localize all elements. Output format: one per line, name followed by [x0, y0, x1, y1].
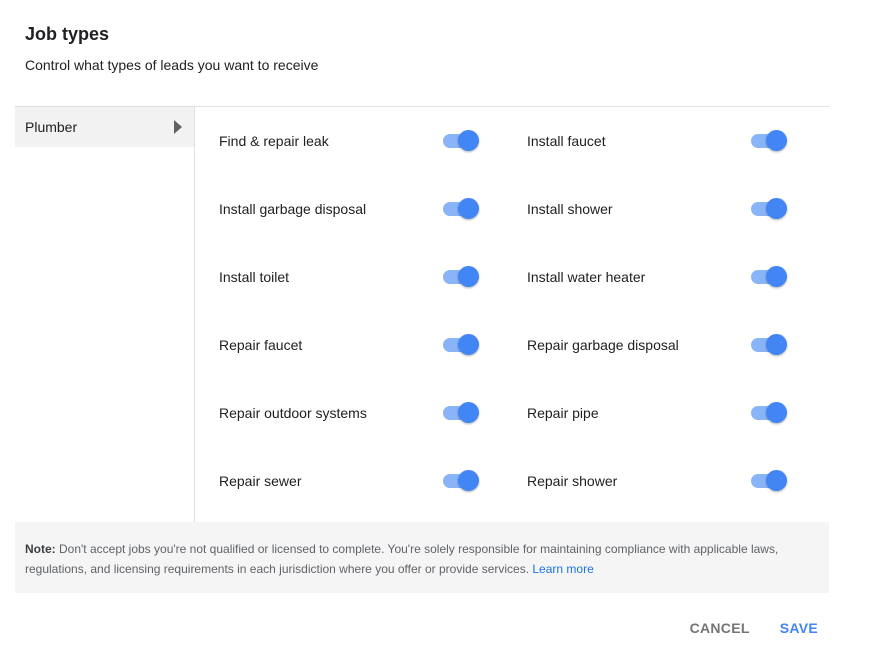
job-row: Install garbage disposal — [219, 189, 366, 229]
job-row: Repair outdoor systems — [219, 393, 367, 433]
job-label: Repair outdoor systems — [219, 405, 367, 421]
toggle-thumb — [766, 402, 787, 423]
job-toggle-switch[interactable] — [749, 265, 789, 289]
category-item-plumber[interactable]: Plumber — [15, 107, 194, 147]
toggle-thumb — [766, 470, 787, 491]
jobs-grid: Find & repair leak Install faucet Install … — [219, 107, 815, 523]
dialog-actions: CANCEL SAVE — [690, 613, 818, 643]
toggle-thumb — [458, 130, 479, 151]
job-row: Find & repair leak — [219, 121, 329, 161]
job-label: Install shower — [527, 201, 613, 217]
category-label: Plumber — [25, 119, 78, 135]
note-prefix: Note: — [25, 542, 56, 556]
toggle-thumb — [458, 334, 479, 355]
job-row: Install toilet — [219, 257, 289, 297]
job-label: Install faucet — [527, 133, 606, 149]
toggle-thumb — [458, 198, 479, 219]
job-row: Repair faucet — [219, 325, 302, 365]
job-label: Repair shower — [527, 473, 618, 489]
job-toggle-switch[interactable] — [749, 401, 789, 425]
job-toggle-switch[interactable] — [441, 197, 481, 221]
job-label: Install garbage disposal — [219, 201, 367, 217]
job-label: Repair faucet — [219, 337, 303, 353]
learn-more-link[interactable]: Learn more — [532, 562, 593, 576]
job-types-content: Plumber Find & repair leak Install faucet… — [15, 106, 829, 523]
dialog-subtitle: Control what types of leads you want to … — [25, 57, 319, 73]
job-label: Repair pipe — [527, 405, 599, 421]
toggle-thumb — [766, 334, 787, 355]
job-row: Install faucet — [527, 121, 606, 161]
toggle-thumb — [766, 266, 787, 287]
cancel-button[interactable]: CANCEL — [690, 613, 750, 643]
compliance-note: Note: Don't accept jobs you're not quali… — [15, 522, 829, 593]
job-row: Repair pipe — [527, 393, 599, 433]
job-toggle-switch[interactable] — [441, 469, 481, 493]
job-row: Install water heater — [527, 257, 645, 297]
job-label: Find & repair leak — [219, 133, 329, 149]
dialog-title: Job types — [25, 24, 110, 44]
job-toggle-switch[interactable] — [749, 469, 789, 493]
job-toggle-switch[interactable] — [749, 129, 789, 153]
job-toggle-switch[interactable] — [441, 333, 481, 357]
toggle-thumb — [458, 402, 479, 423]
job-toggle-switch[interactable] — [441, 265, 481, 289]
save-button[interactable]: SAVE — [780, 613, 818, 643]
job-toggle-switch[interactable] — [749, 197, 789, 221]
job-row: Repair shower — [527, 461, 617, 501]
job-label: Repair garbage disposal — [527, 337, 679, 353]
job-row: Repair sewer — [219, 461, 301, 501]
job-row: Repair garbage disposal — [527, 325, 679, 365]
job-row: Install shower — [527, 189, 613, 229]
toggle-thumb — [766, 130, 787, 151]
job-label: Repair sewer — [219, 473, 302, 489]
toggle-thumb — [458, 266, 479, 287]
job-toggle-switch[interactable] — [441, 129, 481, 153]
category-list: Plumber — [15, 107, 195, 523]
job-label: Install toilet — [219, 269, 290, 285]
job-label: Install water heater — [527, 269, 646, 285]
job-toggle-switch[interactable] — [749, 333, 789, 357]
note-text: Don't accept jobs you're not qualified o… — [25, 542, 779, 576]
toggle-thumb — [766, 198, 787, 219]
toggle-thumb — [458, 470, 479, 491]
job-toggle-switch[interactable] — [441, 401, 481, 425]
job-types-dialog: Job types Control what types of leads yo… — [0, 0, 880, 659]
caret-right-icon — [174, 120, 182, 134]
